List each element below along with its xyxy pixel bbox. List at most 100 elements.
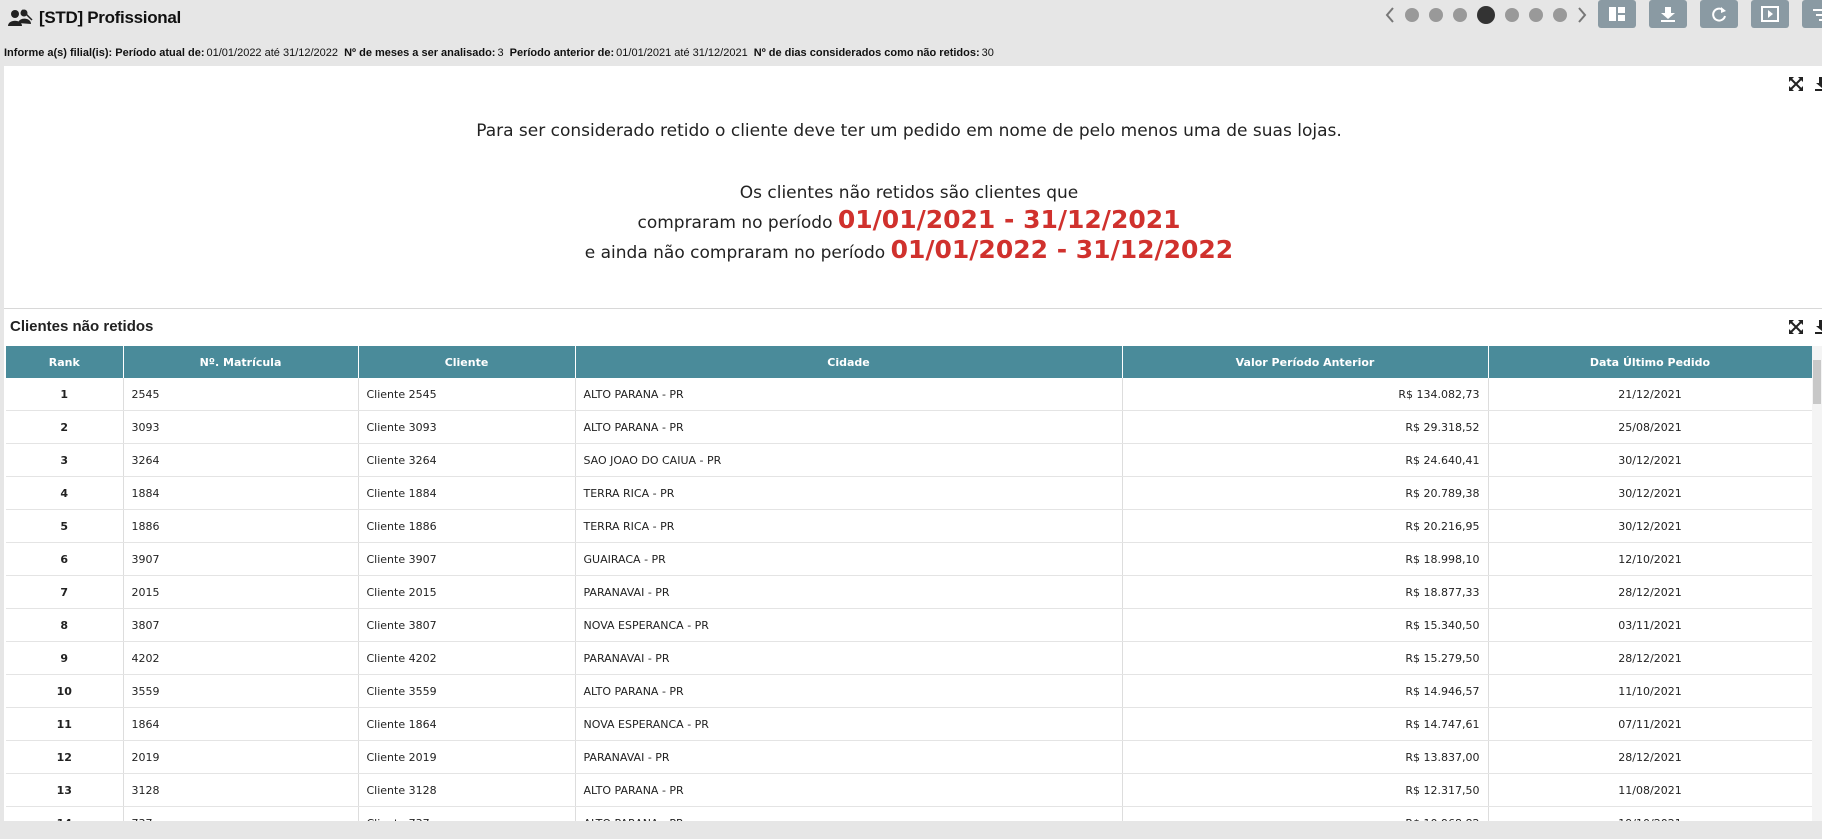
meses-label: Nº de meses a ser analisado: [344, 47, 496, 59]
cell-cliente: Cliente 3907 [358, 542, 576, 576]
previous-period-prefix: compraram no período [637, 213, 833, 233]
page-dot-7[interactable] [1553, 8, 1567, 22]
table-row[interactable]: 9 4202 Cliente 4202 PARANAVAI - PR R$ 15.279… [6, 641, 1812, 675]
cell-rank: 7 [6, 575, 124, 609]
cell-valor: R$ 10.968,82 [1122, 806, 1489, 821]
cell-rank: 9 [6, 641, 124, 675]
table-row[interactable]: 2 3093 Cliente 3093 ALTO PARANA - PR R$ 29.3… [6, 410, 1812, 444]
cell-cliente: Cliente 2545 [358, 378, 576, 411]
table-panel-tools [1778, 319, 1822, 335]
cell-data: 19/10/2021 [1488, 806, 1812, 821]
filter-button[interactable] [1802, 0, 1822, 28]
download-icon[interactable] [1814, 76, 1822, 92]
cell-matricula: 3264 [123, 443, 359, 477]
cell-cliente: Cliente 2019 [358, 740, 576, 774]
cell-data: 28/12/2021 [1488, 575, 1812, 609]
cell-valor: R$ 20.216,95 [1122, 509, 1489, 543]
column-header-rank[interactable]: Rank [6, 346, 124, 378]
table-row[interactable]: 5 1886 Cliente 1886 TERRA RICA - PR R$ 20.21… [6, 509, 1812, 543]
layout-button[interactable] [1598, 0, 1636, 28]
dias-label: Nº de dias considerados como não retidos… [753, 47, 980, 59]
layout-icon [1609, 7, 1625, 21]
cell-cidade: ALTO PARANA - PR [575, 410, 1123, 444]
cell-cidade: TERRA RICA - PR [575, 476, 1123, 510]
page-dot-4-active[interactable] [1477, 6, 1495, 24]
cell-matricula: 3907 [123, 542, 359, 576]
table-row[interactable]: 12 2019 Cliente 2019 PARANAVAI - PR R$ 13.83… [6, 740, 1812, 774]
cell-rank: 11 [6, 707, 124, 741]
scrollbar-thumb[interactable] [1813, 360, 1821, 404]
download-button[interactable] [1649, 0, 1687, 28]
cell-valor: R$ 18.877,33 [1122, 575, 1489, 609]
cell-rank: 10 [6, 674, 124, 708]
cell-matricula: 3807 [123, 608, 359, 642]
expand-icon[interactable] [1788, 76, 1804, 92]
next-page-chevron-right-icon[interactable] [1572, 4, 1592, 26]
prev-page-chevron-left-icon[interactable] [1380, 4, 1400, 26]
table-row[interactable]: 13 3128 Cliente 3128 ALTO PARANA - PR R$ 12.… [6, 773, 1812, 807]
previous-period-range: 01/01/2021 - 31/12/2021 [837, 205, 1181, 234]
table-scrollbar[interactable] [1812, 346, 1822, 821]
table-row[interactable]: 11 1864 Cliente 1864 NOVA ESPERANCA - PR R$ … [6, 707, 1812, 741]
previous-period-line: compraram no período 01/01/2021 - 31/12/… [4, 205, 1814, 234]
cell-data: 21/12/2021 [1488, 378, 1812, 411]
toolbar [1598, 0, 1822, 28]
cell-cliente: Cliente 3807 [358, 608, 576, 642]
column-header-matricula[interactable]: Nº. Matrícula [123, 346, 359, 378]
page-dot-6[interactable] [1529, 8, 1543, 22]
cell-cidade: GUAIRACA - PR [575, 542, 1123, 576]
cell-valor: R$ 15.340,50 [1122, 608, 1489, 642]
cell-cidade: NOVA ESPERANCA - PR [575, 707, 1123, 741]
page-dot-1[interactable] [1405, 8, 1419, 22]
refresh-button[interactable] [1700, 0, 1738, 28]
users-icon [7, 7, 33, 29]
periodo-atual-label: Período atual de: [115, 47, 205, 59]
column-header-cidade[interactable]: Cidade [575, 346, 1123, 378]
column-header-data[interactable]: Data Último Pedido [1488, 346, 1812, 378]
table-row[interactable]: 3 3264 Cliente 3264 SAO JOAO DO CAIUA - PR R… [6, 443, 1812, 477]
page-dot-3[interactable] [1453, 8, 1467, 22]
cell-data: 07/11/2021 [1488, 707, 1812, 741]
table-row[interactable]: 14737Cliente 737ALTO PARANA - PRR$ 10.96… [6, 806, 1812, 821]
expand-icon[interactable] [1788, 319, 1804, 335]
current-period-prefix: e ainda não compraram no período [584, 243, 886, 263]
cell-matricula: 2015 [123, 575, 359, 609]
table-row[interactable]: 8 3807 Cliente 3807 NOVA ESPERANCA - PR R$ 1… [6, 608, 1812, 642]
clients-table: Rank Nº. Matrícula Cliente Cidade Valor … [6, 346, 1812, 821]
cell-valor: R$ 14.946,57 [1122, 674, 1489, 708]
cell-matricula: 1864 [123, 707, 359, 741]
cell-cliente: Cliente 3264 [358, 443, 576, 477]
presentation-button[interactable] [1751, 0, 1789, 28]
cell-valor: R$ 15.279,50 [1122, 641, 1489, 675]
cell-valor: R$ 18.998,10 [1122, 542, 1489, 576]
current-period-range: 01/01/2022 - 31/12/2022 [890, 235, 1234, 264]
filter-summary: Informe a(s) filial(is): Período atual d… [4, 47, 997, 59]
cell-valor: R$ 134.082,73 [1122, 378, 1489, 411]
table-row[interactable]: 4 1884 Cliente 1884 TERRA RICA - PR R$ 20.78… [6, 476, 1812, 510]
cell-cliente: Cliente 737 [358, 806, 576, 821]
page-dot-2[interactable] [1429, 8, 1443, 22]
top-bar: [STD] Profissional [0, 0, 1822, 40]
column-header-cliente[interactable]: Cliente [358, 346, 576, 378]
play-icon [1761, 6, 1779, 22]
refresh-icon [1712, 7, 1726, 22]
column-header-valor[interactable]: Valor Período Anterior [1122, 346, 1489, 378]
cell-data: 12/10/2021 [1488, 542, 1812, 576]
table-row[interactable]: 7 2015 Cliente 2015 PARANAVAI - PR R$ 18.877… [6, 575, 1812, 609]
cell-cliente: Cliente 1864 [358, 707, 576, 741]
table-row[interactable]: 10 3559 Cliente 3559 ALTO PARANA - PR R$ 14.… [6, 674, 1812, 708]
table-scroll-area[interactable]: Rank Nº. Matrícula Cliente Cidade Valor … [6, 346, 1812, 821]
cell-data: 11/10/2021 [1488, 674, 1812, 708]
cell-valor: R$ 29.318,52 [1122, 410, 1489, 444]
table-row[interactable]: 6 3907 Cliente 3907 GUAIRACA - PR R$ 18.998,… [6, 542, 1812, 576]
cell-cliente: Cliente 3128 [358, 773, 576, 807]
cell-cidade: PARANAVAI - PR [575, 575, 1123, 609]
page-dot-5[interactable] [1505, 8, 1519, 22]
cell-data: 28/12/2021 [1488, 641, 1812, 675]
cell-valor: R$ 12.317,50 [1122, 773, 1489, 807]
cell-cliente: Cliente 1886 [358, 509, 576, 543]
download-icon[interactable] [1814, 319, 1822, 335]
cell-valor: R$ 20.789,38 [1122, 476, 1489, 510]
table-row[interactable]: 1 2545 Cliente 2545 ALTO PARANA - PR R$ 134.… [6, 378, 1812, 411]
cell-cidade: ALTO PARANA - PR [575, 773, 1123, 807]
